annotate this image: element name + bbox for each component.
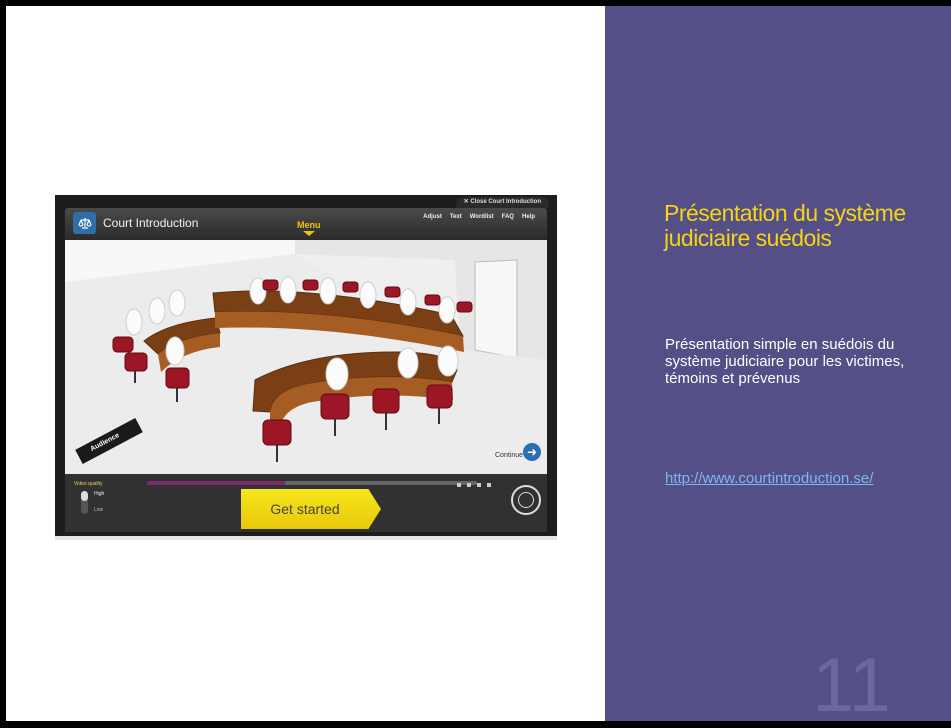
chapter-markers (457, 483, 491, 487)
chapter-marker[interactable] (467, 483, 471, 487)
quality-high-label: High (94, 491, 105, 497)
video-progress-fill (147, 481, 286, 485)
chapter-marker[interactable] (487, 483, 491, 487)
slide: ✕ Close Court Introduction Court Introdu… (0, 0, 951, 728)
screenshot-bottom-border (55, 536, 557, 540)
slide-number: 11 (812, 643, 891, 728)
court-seal-icon (511, 485, 541, 515)
text-menu-item[interactable]: Text (450, 214, 462, 220)
court-introduction-link[interactable]: http://www.courtintroduction.se/ (665, 470, 920, 487)
court-seal-inner-ring (518, 492, 534, 508)
continue-label: Continue (495, 452, 524, 459)
video-quality-toggle[interactable] (81, 491, 88, 514)
video-control-bar: Video quality High Low Get started (65, 474, 547, 532)
court-logo-icon (73, 212, 96, 234)
chapter-marker[interactable] (477, 483, 481, 487)
wordlist-menu-item[interactable]: Wordlist (470, 214, 494, 220)
get-started-button[interactable]: Get started (241, 489, 381, 529)
continue-arrow-icon[interactable]: ➜ (523, 443, 541, 461)
faq-menu-item[interactable]: FAQ (502, 214, 514, 220)
app-title: Court Introduction (103, 216, 199, 230)
help-menu-item[interactable]: Help (522, 214, 535, 220)
menu-arrow-icon (303, 231, 315, 236)
courtroom-scene: Audience Continue ➜ (65, 240, 547, 474)
adjust-menu-item[interactable]: Adjust (423, 214, 442, 220)
slide-title: Présentation du système judiciaire suédo… (664, 200, 906, 251)
court-introduction-screenshot: ✕ Close Court Introduction Court Introdu… (55, 195, 557, 540)
top-menu: Adjust Text Wordlist FAQ Help (423, 214, 535, 220)
video-timeline[interactable] (147, 481, 491, 487)
chapter-marker[interactable] (457, 483, 461, 487)
slide-description: Présentation simple en suédois du systèm… (665, 336, 905, 387)
quality-low-label: Low (94, 507, 104, 513)
video-quality-label: Video quality (74, 481, 103, 487)
video-quality-knob[interactable] (81, 491, 88, 501)
close-court-introduction-tab[interactable]: ✕ Close Court Introduction (455, 197, 549, 208)
menu-button[interactable]: Menu (297, 220, 321, 230)
app-titlebar: Court Introduction Menu Adjust Text Word… (65, 208, 547, 240)
